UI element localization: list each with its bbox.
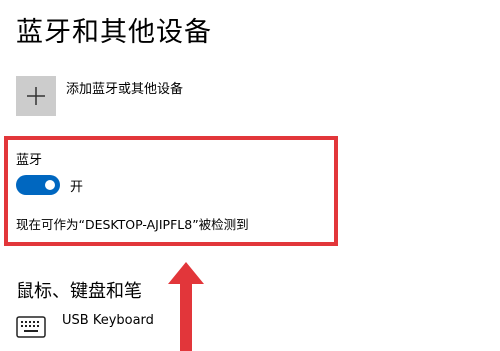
page-title: 蓝牙和其他设备 [16, 17, 212, 48]
device-item-usb-keyboard[interactable]: USB Keyboard [62, 313, 154, 328]
mouse-keyboard-pen-heading: 鼠标、键盘和笔 [16, 281, 142, 302]
red-arrow-annotation [168, 262, 204, 351]
bluetooth-heading: 蓝牙 [16, 153, 43, 168]
toggle-knob [45, 180, 55, 190]
bluetooth-toggle-state: 开 [70, 180, 84, 195]
discoverable-text: 现在可作为“DESKTOP-AJIPFL8”被检测到 [16, 217, 249, 232]
add-device-label[interactable]: 添加蓝牙或其他设备 [66, 78, 183, 97]
plus-icon [27, 87, 45, 105]
keyboard-icon [16, 316, 46, 338]
bluetooth-toggle[interactable] [16, 175, 60, 195]
add-device-button[interactable] [16, 76, 56, 116]
